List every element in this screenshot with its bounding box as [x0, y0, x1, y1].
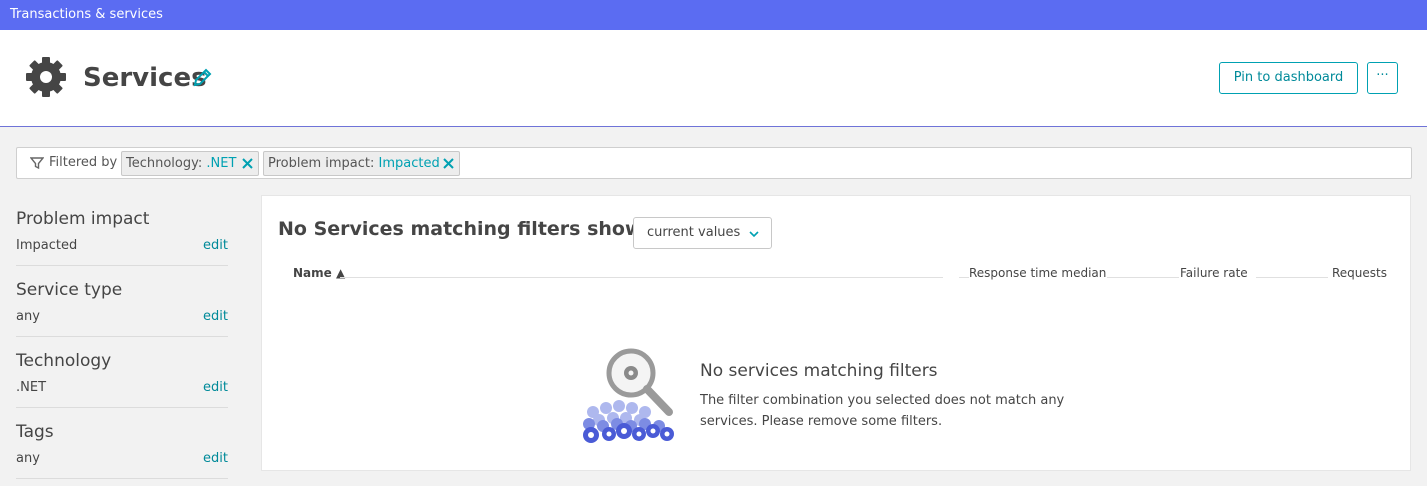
section-value: Impacted — [16, 238, 78, 253]
empty-state-description: The filter combination you selected does… — [700, 393, 1065, 429]
chip-key: Technology: — [126, 156, 203, 171]
pin-to-dashboard-button[interactable]: Pin to dashboard — [1219, 62, 1358, 94]
section-title: Technology — [16, 351, 112, 371]
close-icon[interactable] — [443, 158, 454, 169]
sidebar-section-service-type: Service type any edit — [16, 266, 228, 337]
chip-value: .NET — [206, 156, 237, 171]
filter-chip-problem-impact[interactable]: Problem impact: Impacted — [263, 151, 460, 176]
chip-key: Problem impact: — [268, 156, 375, 171]
section-value: any — [16, 451, 40, 466]
edit-link[interactable]: edit — [203, 451, 228, 466]
filter-icon — [30, 157, 44, 170]
values-dropdown[interactable]: current values — [633, 217, 772, 249]
header-divider — [340, 277, 943, 278]
chevron-down-icon — [749, 231, 759, 238]
no-results-illustration — [583, 348, 674, 443]
services-panel: No Services matching filters showing cur… — [261, 195, 1411, 471]
section-title: Tags — [16, 422, 54, 442]
section-title: Problem impact — [16, 209, 150, 229]
close-icon[interactable] — [242, 158, 253, 169]
edit-link[interactable]: edit — [203, 309, 228, 324]
header-divider — [1107, 277, 1179, 278]
edit-link[interactable]: edit — [203, 380, 228, 395]
more-options-button[interactable]: ··· — [1367, 62, 1398, 94]
gear-icon — [26, 57, 66, 97]
filter-bar[interactable]: Filtered by Technology: .NET Problem imp… — [16, 147, 1412, 179]
sidebar-section-problem-impact: Problem impact Impacted edit — [16, 195, 228, 266]
column-header-response-time[interactable]: Response time median — [969, 266, 1106, 280]
empty-state-title: No services matching filters — [700, 361, 938, 381]
column-header-requests[interactable]: Requests — [1332, 266, 1387, 280]
chip-value: Impacted — [378, 156, 440, 171]
section-value: .NET — [16, 380, 47, 395]
app-topbar: Transactions & services — [0, 0, 1427, 30]
section-title: Service type — [16, 280, 123, 300]
sidebar-section-technology: Technology .NET edit — [16, 337, 228, 408]
app-title[interactable]: Transactions & services — [10, 7, 163, 22]
header-divider — [959, 277, 969, 278]
dropdown-value: current values — [647, 225, 741, 240]
column-header-name[interactable]: Name ▲ — [293, 266, 345, 280]
panel-title: No Services matching filters showing — [278, 218, 677, 240]
pencil-icon[interactable] — [191, 67, 213, 89]
filter-sidebar: Problem impact Impacted edit Service typ… — [16, 195, 228, 479]
page-title: Services — [83, 63, 207, 93]
header-divider — [1256, 277, 1328, 278]
column-header-failure-rate[interactable]: Failure rate — [1180, 266, 1248, 280]
sidebar-section-tags: Tags any edit — [16, 408, 228, 479]
page-header: Services Pin to dashboard ··· — [0, 30, 1427, 127]
section-value: any — [16, 309, 40, 324]
filtered-by-label: Filtered by — [49, 155, 118, 170]
filter-chip-technology[interactable]: Technology: .NET — [121, 151, 259, 176]
edit-link[interactable]: edit — [203, 238, 228, 253]
